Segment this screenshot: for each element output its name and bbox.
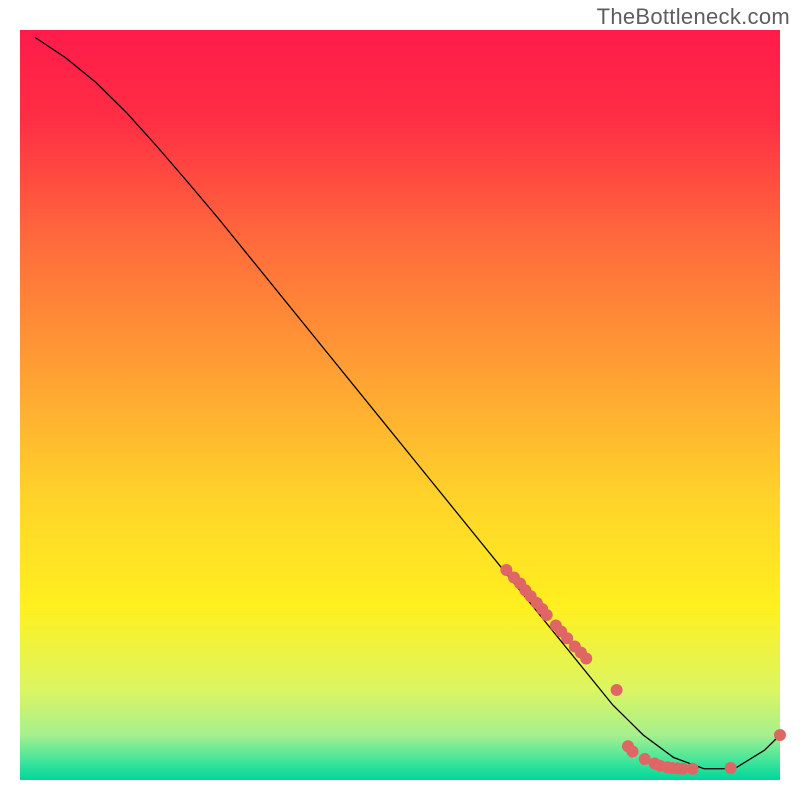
- bottleneck-chart: [0, 0, 800, 800]
- data-point: [774, 729, 786, 741]
- data-point: [541, 609, 553, 621]
- data-point: [627, 746, 639, 758]
- chart-container: TheBottleneck.com: [0, 0, 800, 800]
- data-point: [687, 763, 699, 775]
- watermark-text: TheBottleneck.com: [597, 4, 790, 30]
- data-point: [580, 653, 592, 665]
- data-point: [725, 762, 737, 774]
- plot-background: [20, 30, 780, 780]
- data-point: [611, 684, 623, 696]
